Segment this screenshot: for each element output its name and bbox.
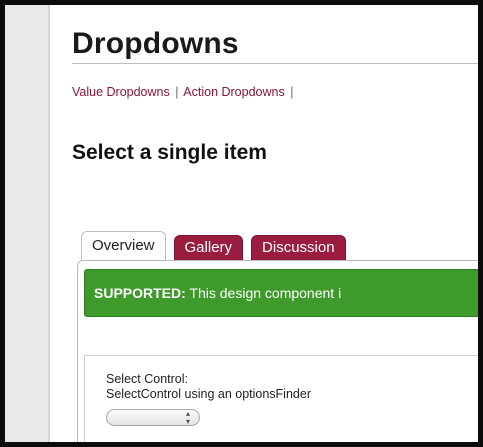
select-control-demo: Select Control: SelectControl using an o… [84,355,478,442]
subnav: Value Dropdowns | Action Dropdowns | [72,85,295,99]
tab-discussion[interactable]: Discussion [251,235,346,261]
page-title: Dropdowns [72,27,239,60]
updown-arrows-icon: ▴ ▾ [185,409,190,426]
left-gutter [5,5,50,442]
control-label: Select Control: SelectControl using an o… [106,372,311,402]
control-label-description: SelectControl using an optionsFinder [106,387,311,401]
section-title: Select a single item [72,141,267,164]
tab-gallery[interactable]: Gallery [173,235,244,261]
title-divider [72,63,478,64]
screenshot-frame: Dropdowns Value Dropdowns | Action Dropd… [0,0,483,447]
supported-banner: SUPPORTED: This design component i [84,269,478,317]
banner-text: This design component i [185,285,342,301]
banner-status: SUPPORTED: [94,285,186,301]
subnav-link-action-dropdowns[interactable]: Action Dropdowns [183,85,284,99]
subnav-separator: | [290,85,294,99]
single-select-dropdown[interactable]: ▴ ▾ [106,409,200,426]
tab-panel: SUPPORTED: This design component i Selec… [77,260,478,442]
control-label-title: Select Control: [106,372,188,386]
tab-overview[interactable]: Overview [81,231,166,261]
tab-bar: Overview Gallery Discussion [81,231,354,261]
page-content: Dropdowns Value Dropdowns | Action Dropd… [50,5,478,442]
subnav-link-value-dropdowns[interactable]: Value Dropdowns [72,85,170,99]
subnav-separator: | [175,85,179,99]
